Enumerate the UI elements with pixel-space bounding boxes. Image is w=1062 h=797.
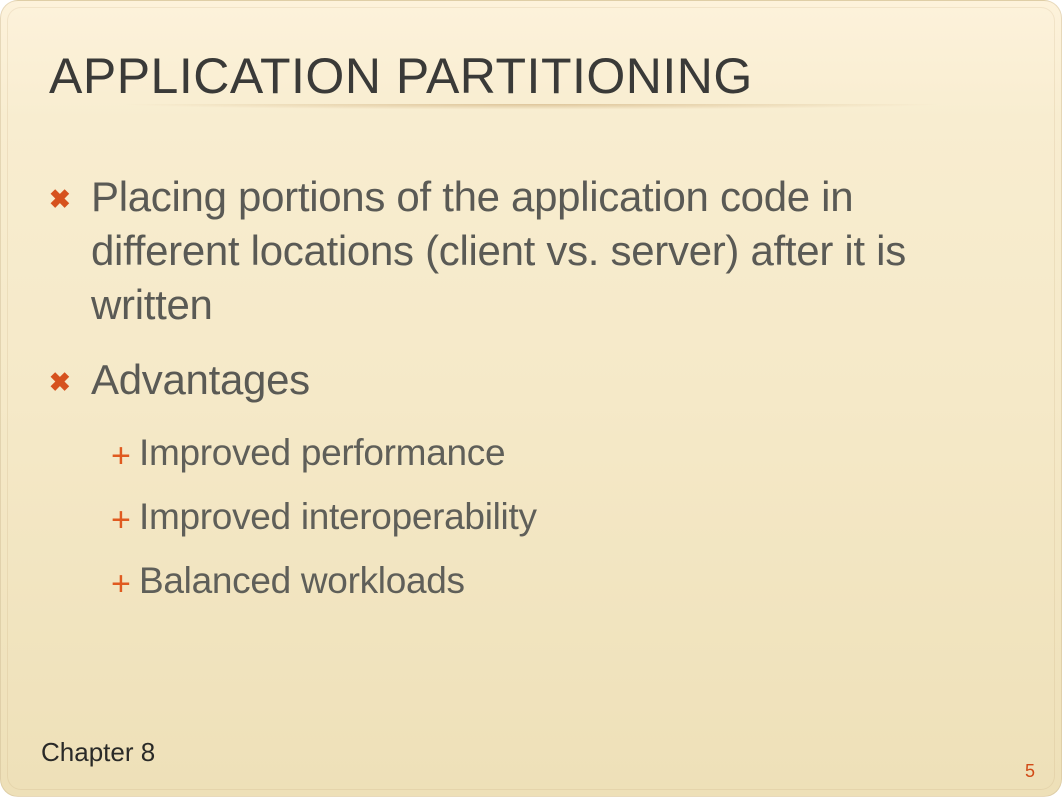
plus-bullet-icon: +	[111, 493, 139, 537]
bullet-level1: ✖ Advantages	[49, 353, 993, 407]
bullet-level2: + Balanced workloads	[111, 557, 993, 605]
bullet-text: Improved performance	[139, 429, 505, 477]
bullet-text: Placing portions of the application code…	[91, 170, 993, 331]
page-number: 5	[1025, 761, 1035, 782]
slide-title: APPLICATION PARTITIONING	[49, 49, 1013, 118]
chapter-label: Chapter 8	[41, 737, 155, 768]
plus-bullet-icon: +	[111, 429, 139, 473]
slide: APPLICATION PARTITIONING ✖ Placing porti…	[0, 0, 1062, 797]
bullet-level1: ✖ Placing portions of the application co…	[49, 170, 993, 331]
bullet-level2: + Improved interoperability	[111, 493, 993, 541]
bullet-text: Advantages	[91, 353, 310, 407]
slide-content: ✖ Placing portions of the application co…	[49, 170, 1013, 605]
x-bullet-icon: ✖	[49, 353, 91, 398]
bullet-text: Balanced workloads	[139, 557, 465, 605]
plus-bullet-icon: +	[111, 557, 139, 601]
x-bullet-icon: ✖	[49, 170, 91, 215]
bullet-text: Improved interoperability	[139, 493, 537, 541]
bullet-level2: + Improved performance	[111, 429, 993, 477]
